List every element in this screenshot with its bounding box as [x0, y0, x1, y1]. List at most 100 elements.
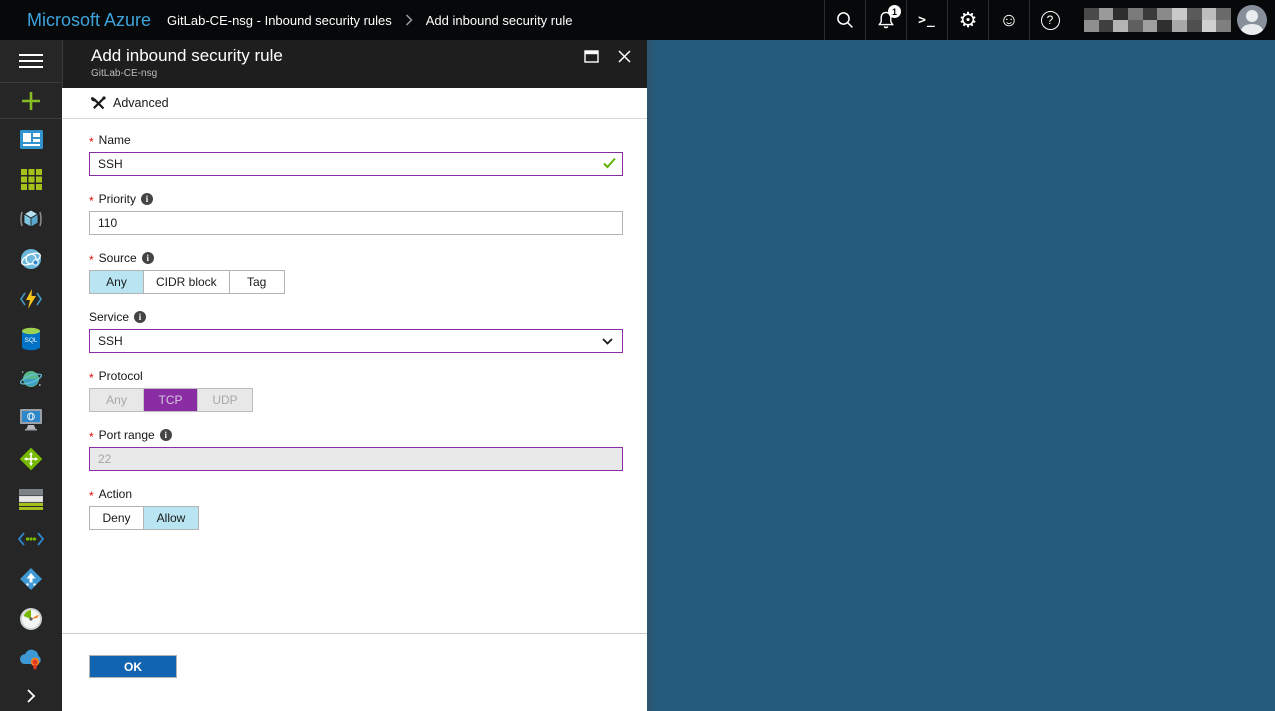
source-option-cidr-block[interactable]: CIDR block — [144, 271, 230, 293]
sidebar-item-monitor[interactable] — [0, 599, 62, 639]
feedback-button[interactable]: ☺ — [988, 0, 1029, 40]
blade-window-buttons — [583, 49, 633, 64]
priority-label-text: Priority — [99, 192, 136, 206]
sidebar-item-virtual-machines-classic[interactable] — [0, 399, 62, 439]
blade-subtitle: GitLab-CE-nsg — [91, 68, 647, 79]
ok-button[interactable]: OK — [89, 655, 177, 678]
source-label: * Source — [89, 251, 647, 265]
search-icon — [835, 10, 855, 30]
protocol-option-any: Any — [90, 389, 144, 411]
sidebar-item-azure-cosmos-db[interactable] — [0, 359, 62, 399]
active-directory-icon — [19, 567, 43, 591]
load-balancer-icon — [18, 446, 44, 472]
info-icon[interactable] — [134, 311, 146, 323]
info-icon[interactable] — [141, 193, 153, 205]
port-range-input — [89, 447, 623, 471]
priority-field-group: * Priority — [89, 192, 647, 235]
action-option-deny[interactable]: Deny — [90, 507, 144, 529]
sidebar-item-create-resource[interactable] — [0, 83, 62, 119]
sidebar-expand-button[interactable] — [0, 681, 62, 711]
priority-label: * Priority — [89, 192, 647, 206]
name-label-text: Name — [99, 133, 131, 147]
breadcrumb-current: Add inbound security rule — [426, 13, 573, 28]
breadcrumb: GitLab-CE-nsg - Inbound security rules A… — [167, 13, 572, 28]
breadcrumb-parent[interactable]: GitLab-CE-nsg - Inbound security rules — [167, 13, 392, 28]
valid-checkmark-icon — [603, 157, 616, 169]
sidebar-item-sql-databases[interactable]: SQL — [0, 319, 62, 359]
sidebar-item-function-apps[interactable] — [0, 279, 62, 319]
sidebar-item-dashboard[interactable] — [0, 119, 62, 159]
action-toggle-group: Deny Allow — [89, 506, 199, 530]
required-marker: * — [89, 253, 94, 267]
service-label: Service — [89, 310, 647, 324]
notification-badge: 1 — [888, 5, 901, 18]
service-field-group: Service SSH — [89, 310, 647, 353]
cloud-shell-button[interactable]: >_ — [906, 0, 947, 40]
advisor-icon — [18, 648, 44, 670]
source-label-text: Source — [99, 251, 137, 265]
cube-icon — [18, 207, 44, 231]
virtual-network-icon — [17, 531, 45, 547]
sidebar-item-load-balancers[interactable] — [0, 439, 62, 479]
blade-toolbar: Advanced — [62, 88, 647, 119]
gauge-icon — [19, 607, 43, 631]
sidebar-item-virtual-machines[interactable] — [0, 199, 62, 239]
advanced-label: Advanced — [113, 96, 169, 110]
storage-icon — [19, 489, 43, 510]
user-info-redacted[interactable] — [1084, 8, 1231, 32]
hamburger-icon — [19, 50, 43, 72]
tools-icon — [91, 96, 106, 111]
sidebar-item-azure-active-directory[interactable] — [0, 559, 62, 599]
search-button[interactable] — [824, 0, 865, 40]
sidebar-menu-button[interactable] — [0, 40, 62, 83]
source-field-group: * Source Any CIDR block Tag — [89, 251, 647, 294]
smiley-icon: ☺ — [999, 11, 1018, 30]
name-field-group: * Name — [89, 133, 647, 176]
notifications-button[interactable]: 1 — [865, 0, 906, 40]
azure-portal: Microsoft Azure GitLab-CE-nsg - Inbound … — [0, 0, 1275, 711]
service-select[interactable]: SSH — [89, 329, 623, 353]
sidebar-item-storage-accounts[interactable] — [0, 479, 62, 519]
name-label: * Name — [89, 133, 647, 147]
chevron-right-icon — [405, 14, 413, 26]
sidebar-item-all-services[interactable] — [0, 159, 62, 199]
avatar[interactable] — [1237, 5, 1267, 35]
sidebar: SQL — [0, 40, 62, 711]
dashboard-icon — [20, 130, 43, 149]
required-marker: * — [89, 489, 94, 503]
plus-icon — [19, 89, 43, 113]
help-icon: ? — [1041, 11, 1060, 30]
maximize-button[interactable] — [583, 49, 600, 64]
lightning-icon — [19, 287, 43, 311]
source-option-any[interactable]: Any — [90, 271, 144, 293]
cosmos-db-icon — [19, 367, 43, 391]
port-range-field-group: * Port range — [89, 428, 647, 471]
protocol-label: * Protocol — [89, 369, 647, 383]
dashboard-background — [647, 40, 1275, 711]
help-button[interactable]: ? — [1029, 0, 1070, 40]
required-marker: * — [89, 194, 94, 208]
grid-icon — [21, 169, 42, 190]
blade-header: Add inbound security rule GitLab-CE-nsg — [62, 40, 647, 88]
info-icon[interactable] — [142, 252, 154, 264]
advanced-button[interactable]: Advanced — [91, 96, 169, 111]
sidebar-item-virtual-networks[interactable] — [0, 519, 62, 559]
settings-button[interactable]: ⚙ — [947, 0, 988, 40]
sidebar-item-app-services[interactable] — [0, 239, 62, 279]
source-toggle-group: Any CIDR block Tag — [89, 270, 285, 294]
source-option-tag[interactable]: Tag — [230, 271, 284, 293]
azure-logo[interactable]: Microsoft Azure — [27, 10, 151, 31]
info-icon[interactable] — [160, 429, 172, 441]
close-button[interactable] — [616, 49, 633, 64]
globe-icon — [20, 248, 42, 270]
service-selected-value: SSH — [98, 334, 123, 348]
avatar-head — [1246, 10, 1258, 22]
gear-icon: ⚙ — [959, 10, 978, 31]
port-range-label: * Port range — [89, 428, 647, 442]
port-range-label-text: Port range — [99, 428, 155, 442]
action-option-allow[interactable]: Allow — [144, 507, 198, 529]
priority-input[interactable] — [89, 211, 623, 235]
name-input[interactable] — [89, 152, 623, 176]
sidebar-item-advisor[interactable] — [0, 639, 62, 679]
cloud-shell-icon: >_ — [918, 13, 936, 28]
